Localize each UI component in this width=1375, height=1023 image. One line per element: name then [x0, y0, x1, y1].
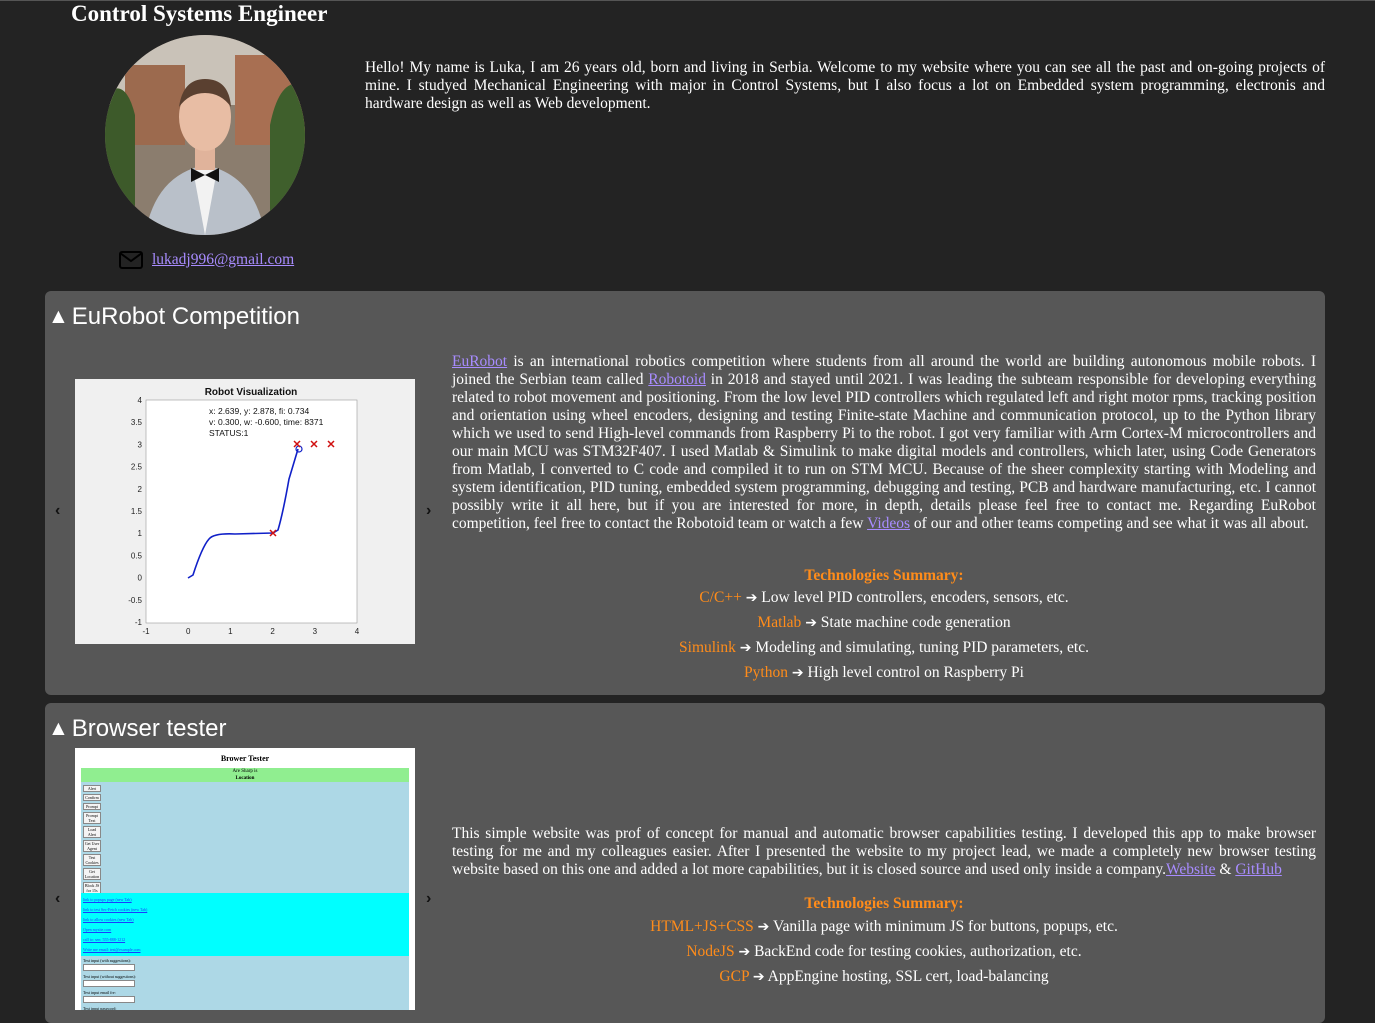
y-tick-label: 1.5: [131, 507, 143, 516]
tech-summary-title: Technologies Summary:: [804, 895, 964, 912]
mini-field: Text input (with suggestions):: [83, 958, 407, 971]
tech-item: GCP ➔ AppEngine hosting, SSL cert, load-…: [719, 968, 1049, 985]
website-link[interactable]: Website: [1166, 861, 1216, 878]
mini-field: Text input (without suggestions):: [83, 974, 407, 987]
project-card-browser-tester: ▲ Browser tester ‹ Brower Tester Are Sha…: [45, 703, 1325, 1023]
mini-button: Alert: [83, 785, 101, 792]
y-tick-label: 4: [138, 396, 143, 405]
mini-field: Text input password:: [83, 1006, 407, 1010]
arrow-icon: ➔: [752, 969, 765, 985]
mini-button: Load Alert: [83, 826, 101, 838]
y-tick-label: 3.5: [131, 418, 143, 427]
mini-field: Text input email fre:: [83, 990, 407, 1003]
project-title[interactable]: ▲ EuRobot Competition: [48, 303, 300, 331]
y-tick-label: 0: [138, 574, 143, 583]
project-description: This simple website was prof of concept …: [452, 825, 1316, 878]
mini-button: Prompt: [83, 803, 101, 810]
mini-button: Confirm: [83, 794, 101, 801]
x-tick-label: -1: [142, 627, 150, 636]
tech-item: Simulink ➔ Modeling and simulating, tuni…: [679, 639, 1089, 656]
carousel-prev-button[interactable]: ‹: [55, 502, 60, 520]
arrow-icon: ➔: [739, 640, 752, 656]
carousel-next-button[interactable]: ›: [426, 502, 431, 520]
tech-summary-list: C/C++ ➔ Low level PID controllers, encod…: [452, 585, 1316, 685]
envelope-icon: [119, 251, 143, 269]
tech-item: NodeJS ➔ BackEnd code for testing cookie…: [686, 943, 1082, 960]
robotoid-link[interactable]: Robotoid: [648, 371, 706, 388]
x-tick-label: 1: [228, 627, 233, 636]
y-tick-label: 1: [138, 529, 143, 538]
mini-button: Get Location: [83, 868, 101, 880]
mini-link: link to allow cookies (new Tab): [83, 917, 134, 922]
y-tick-label: 3: [138, 440, 143, 449]
tech-item: C/C++ ➔ Low level PID controllers, encod…: [699, 589, 1069, 606]
github-link[interactable]: GitHub: [1235, 861, 1282, 878]
arrow-icon: ➔: [805, 615, 817, 631]
intro-text: Hello! My name is Luka, I am 26 years ol…: [365, 59, 1325, 112]
collapse-triangle-icon: ▲: [48, 305, 69, 328]
arrow-icon: ➔: [745, 590, 758, 606]
readout-velocity: v: 0.300, w: -0.600, time: 8371: [209, 417, 324, 427]
robot-visualization-figure: Robot Visualization 4 3.5 3 2.5 2 1.5 1 0.5 0 -0.…: [75, 379, 415, 644]
mini-link: link to test Sec-Fetch cookies (new Tab): [83, 907, 148, 912]
y-tick-label: 0.5: [131, 551, 143, 560]
tech-summary-list: HTML+JS+CSS ➔ Vanilla page with minimum …: [452, 914, 1316, 989]
tech-summary-title: Technologies Summary:: [804, 567, 964, 584]
figure-title: Robot Visualization: [205, 387, 298, 398]
page-title: Control Systems Engineer: [71, 1, 328, 26]
tech-item: Matlab ➔ State machine code generation: [757, 614, 1011, 631]
browser-tester-screenshot: Brower Tester Are Sharp is Location Alert…: [75, 748, 415, 1010]
mini-button: Test Cookies: [83, 854, 101, 866]
project-description: EuRobot is an international robotics com…: [452, 353, 1316, 532]
tech-item: HTML+JS+CSS ➔ Vanilla page with minimum …: [650, 918, 1118, 935]
arrow-icon: ➔: [791, 665, 804, 681]
tech-item: Python ➔ High level control on Raspberry…: [744, 664, 1024, 681]
videos-link[interactable]: Videos: [867, 515, 910, 532]
mini-link: link to popups page (new Tab): [83, 897, 132, 902]
eurobot-link[interactable]: EuRobot: [452, 353, 507, 370]
collapse-triangle-icon: ▲: [48, 717, 69, 740]
x-tick-label: 4: [355, 627, 360, 636]
carousel-prev-button[interactable]: ‹: [55, 890, 60, 908]
readout-status: STATUS:1: [209, 428, 249, 438]
readout-pose: x: 2.639, y: 2.878, fi: 0.734: [209, 406, 309, 416]
mini-link: Write me email: test@example.com: [83, 947, 141, 952]
carousel-next-button[interactable]: ›: [426, 890, 431, 908]
x-tick-label: 3: [313, 627, 318, 636]
avatar: [105, 35, 305, 235]
mini-link: call to: sen: 555-888-1212: [83, 937, 126, 942]
project-title[interactable]: ▲ Browser tester: [48, 715, 227, 743]
x-tick-label: 0: [186, 627, 191, 636]
email-link[interactable]: lukadj996@gmail.com: [152, 251, 294, 269]
mini-button: Prompt Text: [83, 812, 101, 824]
y-tick-label: -1: [135, 618, 143, 627]
arrow-icon: ➔: [738, 944, 751, 960]
contact-row: lukadj996@gmail.com: [119, 251, 294, 269]
mini-link: Open mysite.com: [83, 927, 112, 932]
y-tick-label: -0.5: [128, 596, 142, 605]
mini-button: Get User Agent: [83, 840, 101, 852]
project-card-eurobot: ▲ EuRobot Competition ‹ Robot Visualizat…: [45, 291, 1325, 695]
x-tick-label: 2: [270, 627, 275, 636]
y-tick-label: 2: [138, 485, 143, 494]
arrow-icon: ➔: [757, 919, 770, 935]
y-tick-label: 2.5: [131, 463, 143, 472]
